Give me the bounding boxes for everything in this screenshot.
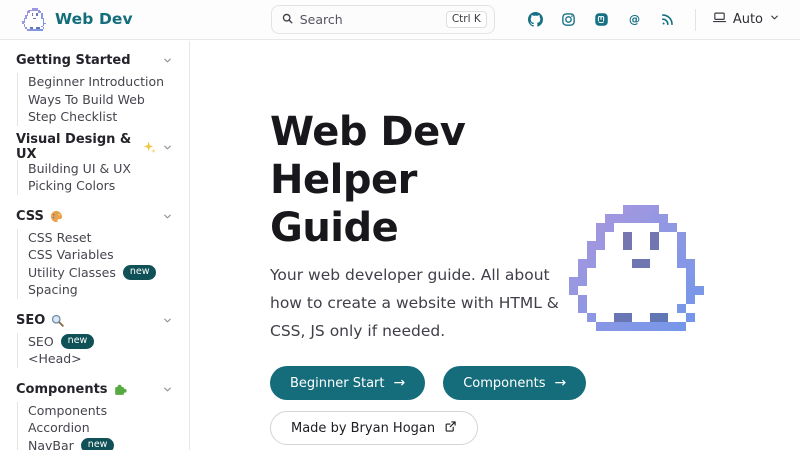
sidebar-item-label: SEO xyxy=(28,334,54,349)
button-label: Beginner Start xyxy=(290,376,385,391)
button-label: Made by Bryan Hogan xyxy=(291,421,435,436)
sidebar-item-beginner-introduction[interactable]: Beginner Introduction xyxy=(28,73,173,91)
sidebar-item-label: NavBar xyxy=(28,438,74,450)
mastodon-icon[interactable] xyxy=(594,12,609,27)
sidebar-item-label: Building UI & UX xyxy=(28,161,131,176)
sidebar-section-css[interactable]: CSS xyxy=(16,206,173,227)
sidebar-section-title: CSS xyxy=(16,209,44,224)
sidebar-item-seo[interactable]: SEO new xyxy=(28,333,173,351)
chevron-down-icon[interactable] xyxy=(162,384,173,395)
palette-icon xyxy=(49,209,64,224)
logo[interactable]: Web Dev xyxy=(22,8,133,30)
made-by-bryan-hogan-button[interactable]: Made by Bryan Hogan xyxy=(270,411,478,445)
new-badge: new xyxy=(81,438,115,450)
penguin-illustration xyxy=(569,205,704,331)
sidebar-section-title: Components xyxy=(16,382,108,397)
appearance-label: Auto xyxy=(733,12,763,27)
sidebar: Getting Started Beginner Introduction Ways… xyxy=(0,41,190,450)
social-links: @ xyxy=(528,12,675,27)
search-shortcut-badge: Ctrl K xyxy=(446,11,487,28)
sidebar-item-label: Picking Colors xyxy=(28,178,115,193)
github-icon[interactable] xyxy=(528,12,543,27)
sidebar-item-picking-colors[interactable]: Picking Colors xyxy=(28,177,173,195)
sidebar-item-head[interactable]: <Head> xyxy=(28,350,173,368)
sidebar-item-label: <Head> xyxy=(28,351,82,366)
sidebar-item-components[interactable]: Components xyxy=(28,402,173,420)
sidebar-item-ways-to-build-web[interactable]: Ways To Build Web xyxy=(28,91,173,109)
sidebar-section-getting-started[interactable]: Getting Started xyxy=(16,50,173,71)
sidebar-item-label: Accordion xyxy=(28,420,90,435)
sidebar-item-css-reset[interactable]: CSS Reset xyxy=(28,229,173,247)
sidebar-item-label: Utility Classes xyxy=(28,265,116,280)
sidebar-item-label: CSS Reset xyxy=(28,230,92,245)
external-link-icon xyxy=(444,420,457,437)
components-button[interactable]: Components xyxy=(443,366,586,400)
site-title: Web Dev xyxy=(55,10,133,28)
magnifier-icon xyxy=(50,313,65,328)
sidebar-item-label: Spacing xyxy=(28,282,78,297)
arrow-right-icon xyxy=(394,375,406,391)
sidebar-item-label: Components xyxy=(28,403,107,418)
chevron-down-icon[interactable] xyxy=(162,211,173,222)
sidebar-item-navbar[interactable]: NavBar new xyxy=(28,437,173,450)
sidebar-item-building-ui-ux[interactable]: Building UI & UX xyxy=(28,160,173,178)
sidebar-item-label: Ways To Build Web xyxy=(28,92,145,107)
penguin-logo-icon xyxy=(22,8,46,30)
main-content: Web Dev Helper Guide Your web developer … xyxy=(191,41,800,450)
app-header: Web Dev Search Ctrl K @ Auto xyxy=(0,0,800,40)
sidebar-section-title: SEO xyxy=(16,313,45,328)
arrow-right-icon xyxy=(554,375,566,391)
sidebar-item-css-variables[interactable]: CSS Variables xyxy=(28,246,173,264)
svg-text:@: @ xyxy=(629,13,640,26)
sidebar-section-visual-design-ux[interactable]: Visual Design & UX xyxy=(16,137,173,158)
sparkles-icon xyxy=(142,140,157,155)
chevron-down-icon[interactable] xyxy=(162,55,173,66)
sidebar-section-title: Visual Design & UX xyxy=(16,132,137,162)
sidebar-item-label: Step Checklist xyxy=(28,109,117,124)
instagram-icon[interactable] xyxy=(561,12,576,27)
search-placeholder: Search xyxy=(300,12,440,27)
chevron-down-icon[interactable] xyxy=(162,142,173,153)
sidebar-item-label: CSS Variables xyxy=(28,247,114,262)
search-input[interactable]: Search Ctrl K xyxy=(271,5,495,34)
appearance-toggle[interactable]: Auto xyxy=(712,10,780,29)
sidebar-item-accordion[interactable]: Accordion xyxy=(28,419,173,437)
sidebar-section-seo[interactable]: SEO xyxy=(16,310,173,331)
button-label: Components xyxy=(463,376,545,391)
sidebar-item-spacing[interactable]: Spacing xyxy=(28,281,173,299)
header-divider xyxy=(695,9,696,31)
sidebar-section-title: Getting Started xyxy=(16,53,131,68)
puzzle-icon xyxy=(113,382,128,397)
page-title: Web Dev Helper Guide xyxy=(270,108,505,252)
new-badge: new xyxy=(61,334,95,349)
search-icon xyxy=(281,10,294,29)
chevron-down-icon xyxy=(769,12,780,27)
rss-icon[interactable] xyxy=(660,12,675,27)
sidebar-item-label: Beginner Introduction xyxy=(28,74,164,89)
laptop-icon xyxy=(712,10,727,29)
sidebar-section-components[interactable]: Components xyxy=(16,379,173,400)
hero-section: Web Dev Helper Guide Your web developer … xyxy=(191,41,800,450)
new-badge: new xyxy=(123,265,157,280)
chevron-down-icon[interactable] xyxy=(162,315,173,326)
hero-tagline: Your web developer guide. All about how … xyxy=(270,261,578,345)
sidebar-item-utility-classes[interactable]: Utility Classes new xyxy=(28,264,173,282)
threads-icon[interactable]: @ xyxy=(627,12,642,27)
sidebar-item-step-checklist[interactable]: Step Checklist xyxy=(28,108,173,126)
beginner-start-button[interactable]: Beginner Start xyxy=(270,366,425,400)
